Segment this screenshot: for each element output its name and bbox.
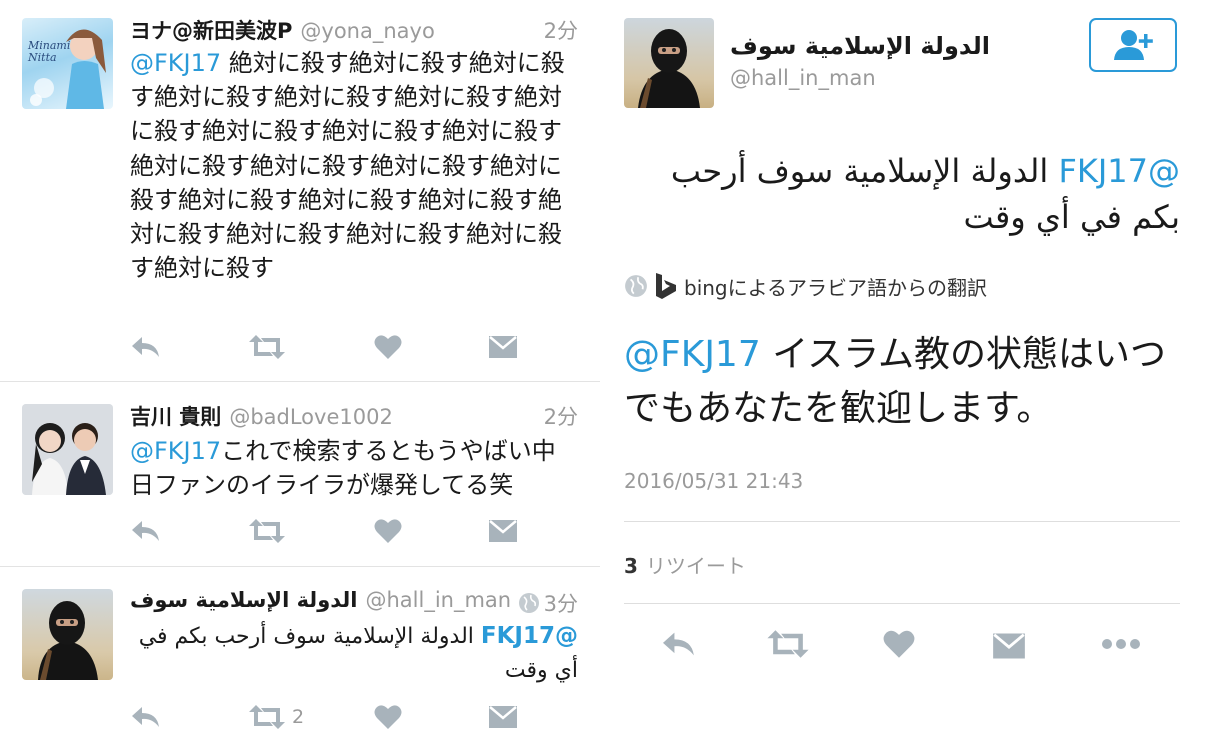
reply-button[interactable] [660, 629, 698, 659]
time-label: 3分 [543, 592, 578, 616]
like-button[interactable] [374, 332, 402, 362]
handle[interactable]: @yona_nayo [300, 19, 434, 43]
envelope-icon [993, 633, 1025, 659]
retweet-button[interactable] [766, 629, 810, 659]
tweet-actions [130, 332, 530, 362]
tweet-text: @FKJ17 絶対に殺す絶対に殺す絶対に殺す絶対に殺す絶対に殺す絶対に殺す絶対に… [130, 46, 578, 285]
like-button[interactable] [374, 702, 402, 732]
avatar[interactable] [624, 18, 714, 108]
mention-link[interactable]: @FKJ17 [130, 49, 221, 77]
mention-link[interactable]: @FKJ17 [130, 437, 221, 465]
direct-message-button[interactable] [488, 516, 518, 546]
reply-icon [132, 707, 159, 727]
tweet-header: ヨナ@新田美波P @yona_nayo 2分 [130, 15, 578, 47]
tweet-actions [130, 516, 530, 546]
retweet-icon [249, 519, 285, 543]
tweet-body-text: 絶対に殺す絶対に殺す絶対に殺す絶対に殺す絶対に殺す絶対に殺す絶対に殺す絶対に殺す… [130, 49, 565, 283]
tweet-actions: 2 [130, 702, 530, 732]
handle[interactable]: @badLove1002 [229, 405, 393, 429]
handle[interactable]: @hall_in_man [730, 66, 876, 90]
heart-icon [374, 519, 402, 543]
mention-link[interactable]: @FKJ17 [481, 623, 578, 649]
mention-link[interactable]: @FKJ17 [1058, 152, 1180, 190]
display-name[interactable]: الدولة الإسلامية سوف [130, 588, 357, 612]
tweet-3[interactable]: الدولة الإسلامية سوف @hall_in_man 3分 @FKJ… [0, 567, 600, 749]
globe-icon [625, 275, 647, 297]
reply-icon [132, 337, 159, 357]
reply-icon [132, 521, 159, 541]
mention-link[interactable]: @FKJ17 [624, 334, 761, 375]
envelope-icon [489, 336, 517, 358]
display-name[interactable]: ヨナ@新田美波P [130, 19, 292, 43]
timestamp: 2分 [543, 19, 578, 43]
tweet-header: الدولة الإسلامية سوف @hall_in_man 3分 [130, 588, 578, 620]
direct-message-button[interactable] [488, 702, 518, 732]
bing-logo-icon [656, 273, 676, 299]
display-name[interactable]: 吉川 貴則 [130, 405, 221, 429]
follow-button[interactable] [1089, 18, 1177, 72]
envelope-icon [489, 520, 517, 542]
heart-icon [883, 630, 915, 658]
reply-button[interactable] [130, 702, 162, 732]
like-button[interactable] [374, 516, 402, 546]
handle[interactable]: @hall_in_man [365, 588, 511, 612]
avatar[interactable]: Minami Nitta [22, 18, 113, 109]
retweet-count: 2 [292, 706, 305, 728]
divider [624, 521, 1180, 522]
tweet-text: @FKJ17 الدولة الإسلامية سوف أرحب بكم في … [630, 148, 1180, 240]
tweet-1[interactable]: Minami Nitta ヨナ@新田美波P @yona_nayo 2分 @FKJ1… [0, 0, 600, 381]
timeline-panel: Minami Nitta ヨナ@新田美波P @yona_nayo 2分 @FKJ1… [0, 0, 600, 749]
heart-icon [374, 335, 402, 359]
translation-attribution: bingによるアラビア語からの翻訳 [624, 270, 987, 302]
reply-button[interactable] [130, 332, 162, 362]
more-icon [1102, 639, 1140, 649]
retweet-stats[interactable]: 3 リツイート [624, 550, 746, 579]
display-name[interactable]: الدولة الإسلامية سوف [730, 32, 990, 60]
tweet-2[interactable]: 吉川 貴則 @badLove1002 2分 @FKJ17これで検索するともうやばい… [0, 382, 600, 566]
add-user-icon [1114, 30, 1153, 60]
avatar[interactable] [22, 404, 113, 495]
tweet-timestamp: 2016/05/31 21:43 [624, 469, 804, 493]
tweet-header: 吉川 貴則 @badLove1002 2分 [130, 401, 578, 433]
retweet-count: 3 [624, 554, 638, 578]
retweet-button[interactable]: 2 [248, 702, 304, 732]
envelope-icon [489, 706, 517, 728]
retweet-icon [249, 705, 285, 729]
timestamp: 3分 [518, 588, 578, 618]
tweet-detail-panel: الدولة الإسلامية سوف @hall_in_man @FKJ17… [600, 0, 1210, 749]
avatar-caption: Minami Nitta [28, 39, 71, 64]
reply-icon [663, 632, 694, 656]
reply-button[interactable] [130, 516, 162, 546]
direct-message-button[interactable] [992, 631, 1026, 661]
retweet-label: リツイート [645, 554, 746, 578]
tweet-text: @FKJ17これで検索するともうやばい中日ファンのイライラが爆発してる笑 [130, 434, 578, 502]
avatar-couple-photo [22, 404, 113, 495]
tweet-detail-actions [600, 625, 1210, 665]
direct-message-button[interactable] [488, 332, 518, 362]
more-options-button[interactable] [1100, 629, 1142, 659]
avatar[interactable] [22, 589, 113, 680]
divider [624, 603, 1180, 604]
like-button[interactable] [883, 629, 915, 659]
retweet-button[interactable] [248, 516, 286, 546]
globe-icon [518, 593, 539, 613]
avatar-masked-man-photo [38, 601, 98, 680]
translation-label[interactable]: bingによるアラビア語からの翻訳 [684, 272, 987, 301]
avatar-masked-man-photo [638, 29, 700, 108]
retweet-icon [767, 630, 809, 658]
tweet-text: @FKJ17 الدولة الإسلامية سوف أرحب بكم في … [130, 619, 578, 688]
heart-icon [374, 705, 402, 729]
timestamp: 2分 [543, 405, 578, 429]
translated-text: @FKJ17 イスラム教の状態はいつでもあなたを歓迎します。 [624, 328, 1184, 436]
retweet-icon [249, 335, 285, 359]
retweet-button[interactable] [248, 332, 286, 362]
